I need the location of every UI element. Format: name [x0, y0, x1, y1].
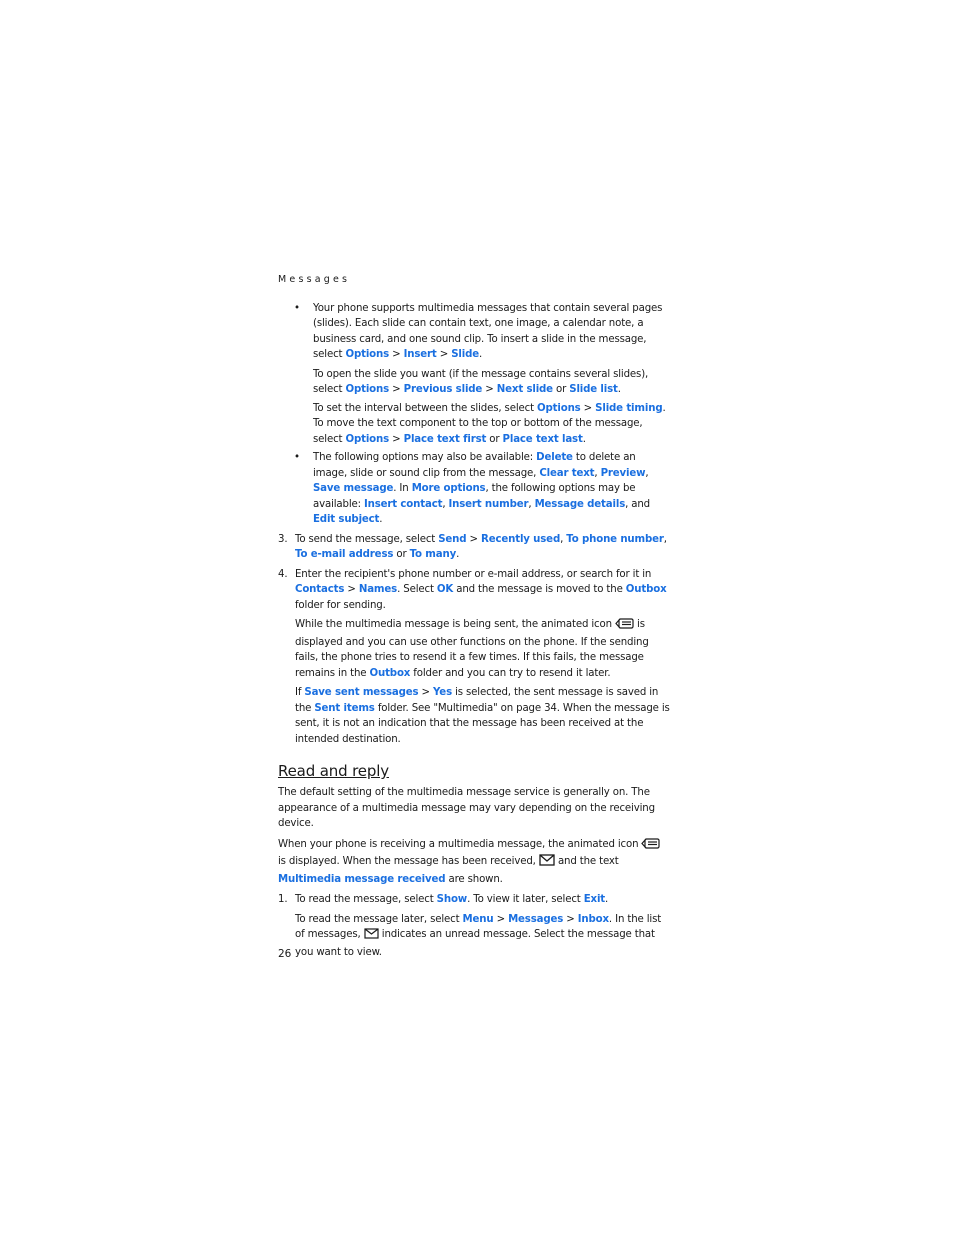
bullet-mark: • [294, 302, 300, 314]
menu-term: Messages [508, 913, 564, 925]
menu-term: Multimedia message received [278, 873, 446, 885]
step-subparagraph: If Save sent messages > Yes is selected,… [295, 687, 670, 745]
bullet-mark: • [294, 452, 300, 463]
menu-term: Place text first [403, 433, 487, 445]
menu-term: Clear text [539, 467, 595, 479]
step-number: 3. [278, 533, 288, 545]
step-text: Enter the recipient's phone number or e-… [295, 568, 667, 611]
step-number: 1. [278, 894, 288, 905]
menu-term: Edit subject [313, 514, 380, 525]
envelope-icon [539, 854, 555, 872]
menu-term: Slide timing [595, 402, 663, 414]
menu-term: Insert [403, 349, 437, 360]
menu-term: Save sent messages [304, 687, 419, 698]
menu-term: Contacts [295, 584, 345, 595]
menu-term: Names [358, 584, 398, 595]
bullet-subparagraph: To set the interval between the slides, … [313, 402, 666, 445]
step-text: To send the message, select Send > Recen… [295, 533, 667, 561]
numbered-step: 3. To send the message, select Send > Re… [278, 532, 670, 563]
bullet-item: • Your phone supports multimedia message… [278, 301, 670, 363]
menu-term: Inbox [577, 913, 609, 925]
menu-term: Slide [451, 349, 480, 360]
section-heading: Read and reply [278, 762, 389, 780]
menu-term: To many [409, 549, 457, 560]
menu-term: More options [411, 483, 486, 494]
menu-term: Sent items [314, 702, 375, 714]
menu-term: Recently used [481, 533, 561, 545]
menu-term: Yes [433, 687, 452, 698]
menu-term: Menu [462, 913, 494, 925]
step-subparagraph: While the multimedia message is being se… [295, 618, 649, 679]
menu-term: Next slide [496, 384, 553, 395]
step-number: 4. [278, 568, 288, 580]
numbered-step: 4. Enter the recipient's phone number or… [278, 567, 670, 614]
menu-term: Place text last [502, 433, 583, 445]
mms-sending-icon [615, 618, 634, 635]
section-paragraph: When your phone is receiving a multimedi… [278, 837, 670, 888]
menu-term: Options [537, 402, 581, 414]
menu-term: To e-mail address [295, 549, 394, 560]
menu-term: To phone number [566, 533, 664, 545]
mms-receiving-icon [641, 837, 661, 855]
menu-term: Insert contact [364, 498, 443, 510]
bullet-item: • The following options may also be avai… [278, 450, 670, 528]
menu-term: Options [345, 349, 390, 360]
menu-term: Save message [313, 483, 394, 494]
page-content: Messages • Your phone supports multimedi… [278, 272, 670, 964]
menu-term: Options [345, 384, 390, 395]
step-text: To read the message, select Show. To vie… [295, 894, 609, 905]
bullet-text: Your phone supports multimedia messages … [313, 302, 663, 361]
menu-term: Send [438, 533, 467, 545]
menu-term: Preview [600, 467, 646, 479]
menu-term: Exit [583, 894, 606, 905]
page-number: 26 [278, 948, 292, 960]
menu-term: Outbox [625, 584, 667, 595]
menu-term: Previous slide [403, 384, 483, 395]
menu-term: Slide list [569, 384, 618, 395]
menu-term: Message details [534, 498, 626, 510]
unread-envelope-icon [364, 928, 379, 945]
running-head: Messages [278, 274, 351, 285]
section-intro: The default setting of the multimedia me… [278, 787, 655, 829]
menu-term: Options [345, 433, 390, 445]
bullet-subparagraph: To open the slide you want (if the messa… [313, 368, 649, 396]
bullet-text: The following options may also be availa… [313, 452, 651, 525]
menu-term: Outbox [369, 667, 411, 679]
menu-term: OK [436, 584, 454, 595]
numbered-step: 1. To read the message, select Show. To … [278, 892, 670, 908]
menu-term: Show [436, 894, 468, 905]
menu-term: Delete [536, 452, 573, 463]
step-subparagraph: To read the message later, select Menu >… [295, 913, 662, 958]
menu-term: Insert number [448, 498, 529, 510]
